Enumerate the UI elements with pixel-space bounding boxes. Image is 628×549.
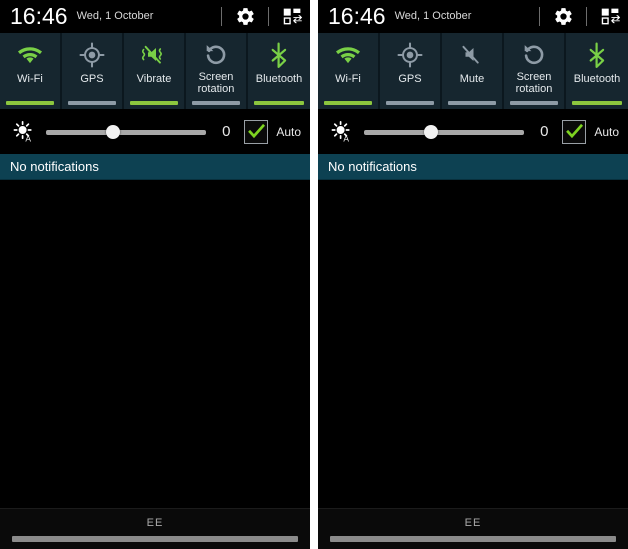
toggle-label: GPS [80, 73, 104, 85]
status-bar: 16:46 Wed, 1 October [318, 0, 628, 33]
auto-brightness-icon: A [329, 119, 355, 145]
status-bar-divider [539, 7, 540, 26]
screen-rotation-icon [521, 40, 547, 70]
toggle-label: Screen rotation [197, 71, 235, 95]
toggle-wifi[interactable]: Wi-Fi [318, 33, 380, 109]
toggle-label: Bluetooth [573, 73, 621, 85]
carrier-bar: EE [0, 508, 310, 549]
no-notifications-text: No notifications [328, 159, 417, 174]
toggle-state-indicator [130, 101, 178, 105]
toggle-state-indicator [254, 101, 304, 105]
auto-brightness-checkbox[interactable] [244, 119, 269, 144]
brightness-slider[interactable] [46, 121, 207, 143]
toggle-label: Vibrate [136, 73, 172, 85]
brightness-row: A 0 Auto [0, 109, 310, 154]
slider-track [46, 129, 207, 135]
quick-settings-toggles: Wi-Fi GPS [318, 33, 628, 109]
toggle-label: Wi-Fi [335, 73, 361, 85]
notifications-list [0, 180, 310, 508]
svg-text:A: A [25, 133, 31, 143]
status-bar-divider [268, 7, 269, 26]
toggle-screen-rotation[interactable]: Screen rotation [186, 33, 248, 109]
auto-brightness-label: Auto [276, 124, 301, 139]
toggle-bluetooth[interactable]: Bluetooth [248, 33, 310, 109]
toggle-wifi[interactable]: Wi-Fi [0, 33, 62, 109]
screenshot-comparison: 16:46 Wed, 1 October Wi-Fi GPS Vibrate S… [0, 0, 628, 549]
toggle-screen-rotation[interactable]: Screen rotation [504, 33, 566, 109]
toggle-label: GPS [398, 73, 422, 85]
status-bar-clock: 16:46 [328, 3, 386, 29]
toggle-mute[interactable]: Mute [442, 33, 504, 109]
panel-drag-handle[interactable] [330, 535, 616, 542]
brightness-row: A 0 Auto [318, 109, 628, 154]
toggle-state-indicator [510, 101, 558, 105]
carrier-bar: EE [318, 508, 628, 549]
toggle-bluetooth[interactable]: Bluetooth [566, 33, 628, 109]
wifi-icon [335, 40, 361, 70]
toggle-grid-icon[interactable] [598, 5, 622, 29]
panel-drag-handle[interactable] [12, 535, 298, 542]
notifications-list [318, 180, 628, 508]
mute-icon [458, 40, 486, 70]
toggle-state-indicator [192, 101, 240, 105]
auto-brightness-checkbox[interactable] [562, 119, 587, 144]
toggle-label: Screen rotation [515, 71, 553, 95]
status-bar-date: Wed, 1 October [76, 10, 154, 22]
carrier-name: EE [146, 516, 164, 529]
screen-rotation-icon [203, 40, 229, 70]
vibrate-icon [139, 40, 169, 70]
svg-text:A: A [343, 133, 349, 143]
toggle-label: Mute [459, 73, 485, 85]
brightness-value: 0 [540, 123, 549, 140]
gear-icon[interactable] [551, 5, 575, 29]
gps-icon [79, 40, 105, 70]
toggle-grid-icon[interactable] [280, 5, 304, 29]
toggle-vibrate[interactable]: Vibrate [124, 33, 186, 109]
toggle-state-indicator [572, 101, 622, 105]
wifi-icon [17, 40, 43, 70]
toggle-gps[interactable]: GPS [380, 33, 442, 109]
bluetooth-icon [267, 40, 291, 70]
no-notifications-text: No notifications [10, 159, 99, 174]
notification-panel-left: 16:46 Wed, 1 October Wi-Fi GPS Vibrate S… [0, 0, 310, 549]
quick-settings-toggles: Wi-Fi GPS [0, 33, 310, 109]
bluetooth-icon [585, 40, 609, 70]
toggle-label: Wi-Fi [17, 73, 43, 85]
toggle-label: Bluetooth [255, 73, 303, 85]
auto-brightness-icon: A [11, 119, 37, 145]
brightness-value: 0 [222, 123, 231, 140]
brightness-slider[interactable] [364, 121, 525, 143]
toggle-state-indicator [324, 101, 372, 105]
toggle-state-indicator [386, 101, 434, 105]
status-bar: 16:46 Wed, 1 October [0, 0, 310, 33]
notifications-header: No notifications [318, 154, 628, 180]
slider-thumb[interactable] [106, 124, 121, 139]
status-bar-divider [586, 7, 587, 26]
notification-panel-right: 16:46 Wed, 1 October Wi-Fi GPS Mute Scre… [318, 0, 628, 549]
toggle-state-indicator [6, 101, 54, 105]
slider-track [364, 129, 525, 135]
status-bar-divider [221, 7, 222, 26]
toggle-state-indicator [68, 101, 116, 105]
gps-icon [397, 40, 423, 70]
status-bar-clock: 16:46 [10, 3, 68, 29]
screenshot-divider [310, 0, 318, 549]
gear-icon[interactable] [233, 5, 257, 29]
auto-brightness-label: Auto [594, 124, 619, 139]
carrier-name: EE [464, 516, 482, 529]
status-bar-date: Wed, 1 October [394, 10, 472, 22]
notifications-header: No notifications [0, 154, 310, 180]
slider-thumb[interactable] [424, 124, 439, 139]
toggle-state-indicator [448, 101, 496, 105]
toggle-gps[interactable]: GPS [62, 33, 124, 109]
